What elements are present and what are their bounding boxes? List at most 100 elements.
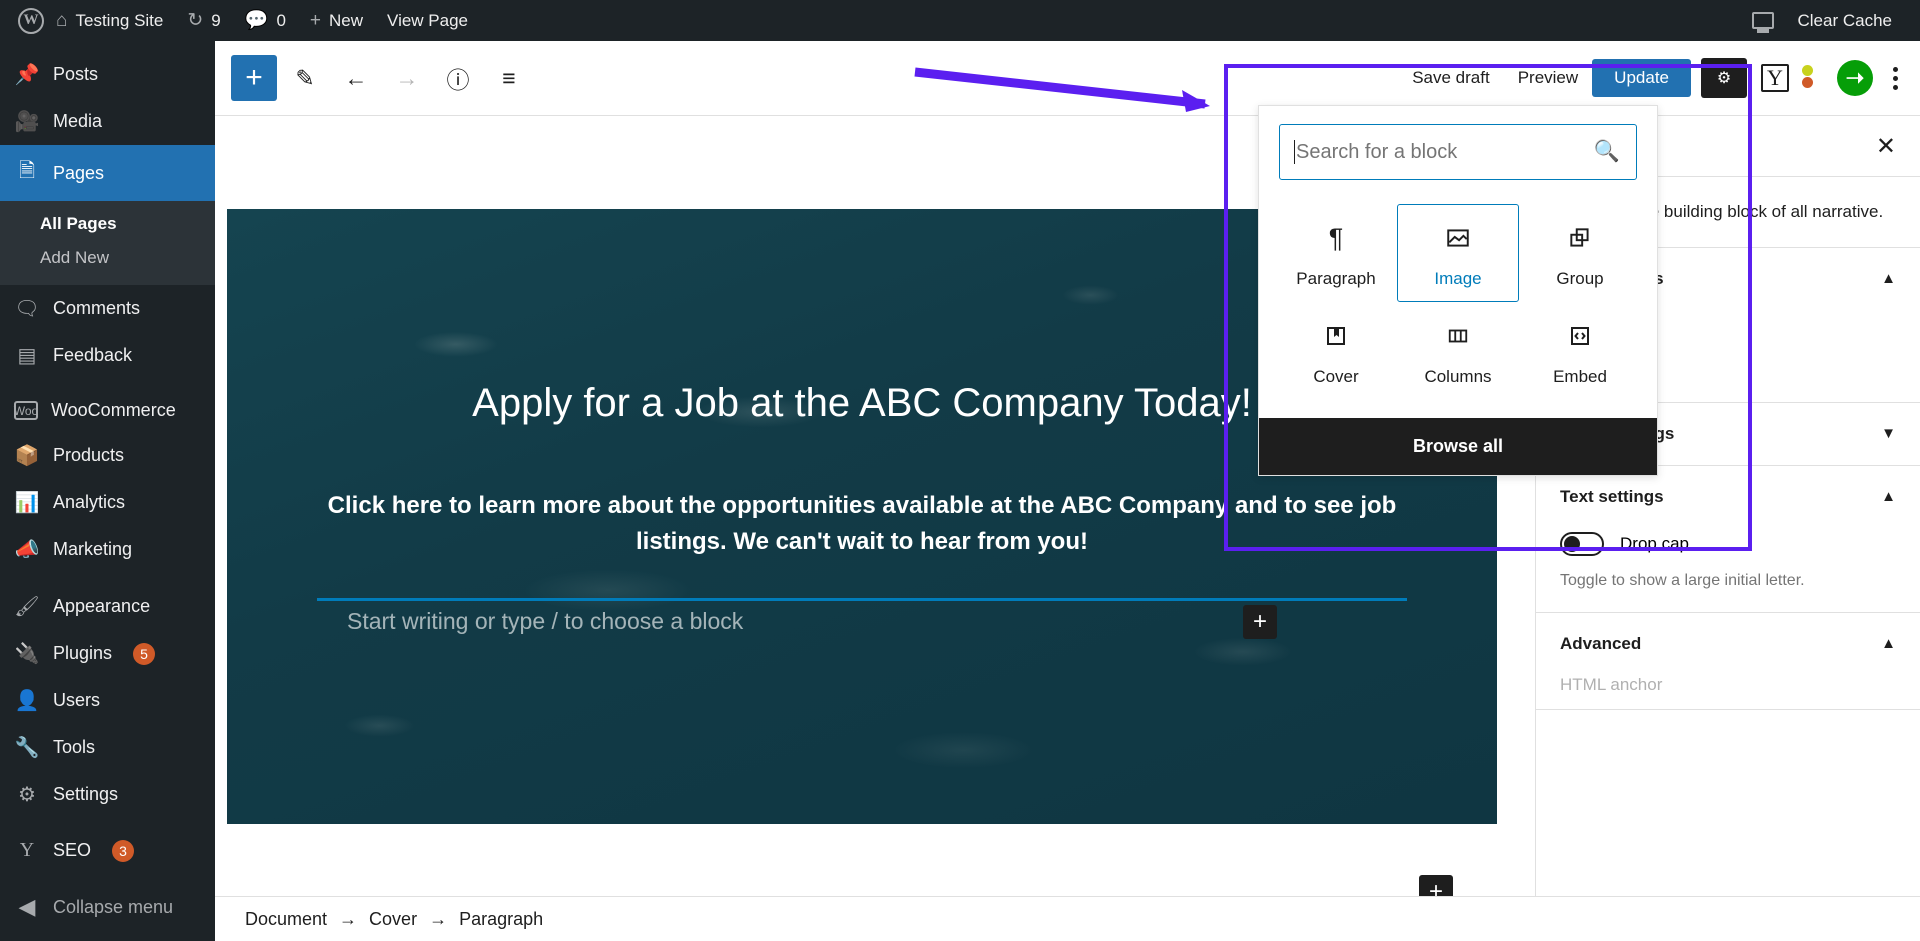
sidebar-item-label: Posts (53, 64, 99, 84)
admin-bar-new[interactable]: + New (298, 0, 375, 41)
panel-header-advanced[interactable]: Advanced ▲ (1536, 613, 1920, 675)
media-icon: 🎥 (14, 111, 40, 133)
sidebar-item-settings[interactable]: ⚙ Settings (0, 771, 215, 818)
sidebar-item-label: Appearance (53, 596, 151, 616)
breadcrumb-item-document[interactable]: Document (245, 909, 327, 930)
drop-cap-row: Drop cap (1560, 528, 1896, 556)
menu-divider (0, 818, 215, 828)
status-dots-icon[interactable] (1795, 65, 1821, 91)
edit-tool-button[interactable]: ✎ (282, 55, 328, 101)
more-options-button[interactable] (1893, 66, 1898, 90)
sidebar-item-plugins[interactable]: 🔌 Plugins 5 (0, 630, 215, 677)
cover-heading[interactable]: Apply for a Job at the ABC Company Today… (317, 381, 1407, 426)
clear-cache-label: Clear Cache (1797, 10, 1893, 30)
image-icon (1445, 221, 1471, 255)
sidebar-item-label: Feedback (53, 345, 133, 365)
admin-bar-comments[interactable]: 💬 0 (233, 0, 298, 41)
sidebar-item-tools[interactable]: 🔧 Tools (0, 724, 215, 771)
marketing-icon: 📣 (14, 539, 40, 561)
panel-body-advanced: HTML anchor (1536, 675, 1920, 709)
sidebar-item-posts[interactable]: 📌 Posts (0, 51, 215, 98)
drop-cap-toggle[interactable] (1560, 531, 1604, 556)
tools-icon: 🔧 (14, 737, 40, 759)
toggle-knob (1564, 535, 1580, 552)
sidebar-collapse-menu[interactable]: ◀ Collapse menu (0, 883, 215, 931)
woocommerce-icon: Woo (14, 401, 38, 420)
jetpack-icon[interactable]: ➝ (1837, 60, 1873, 96)
chevron-up-icon[interactable]: ▲ (1881, 488, 1896, 505)
pages-icon: 🗎 (18, 160, 36, 182)
sidebar-subitem-all-pages[interactable]: All Pages (0, 207, 215, 241)
sidebar-item-products[interactable]: 📦 Products (0, 432, 215, 479)
admin-bar-screen-icon[interactable] (1740, 0, 1786, 41)
block-option-cover[interactable]: Cover (1275, 302, 1397, 400)
embed-code-icon (1568, 319, 1592, 353)
sidebar-item-media[interactable]: 🎥 Media (0, 98, 215, 145)
html-anchor-label: HTML anchor (1560, 674, 1663, 694)
sidebar-item-woocommerce[interactable]: Woo WooCommerce (0, 389, 215, 432)
sidebar-item-feedback[interactable]: ▤ Feedback (0, 332, 215, 379)
settings-icon: ⚙ (18, 784, 36, 806)
admin-bar-updates[interactable]: ↻ 9 (175, 0, 232, 41)
admin-bar-clear-cache[interactable]: Clear Cache (1786, 0, 1920, 41)
sidebar-item-seo[interactable]: Y SEO 3 (0, 828, 215, 873)
empty-paragraph-block[interactable]: Start writing or type / to choose a bloc… (317, 598, 1407, 635)
chevron-up-icon[interactable]: ▲ (1881, 635, 1896, 652)
panel-body-dropcap: Drop cap Toggle to show a large initial … (1536, 528, 1920, 612)
panel-advanced: Advanced ▲ HTML anchor (1536, 613, 1920, 710)
panel-text-settings: Text settings ▲ Drop cap Toggle to show … (1536, 466, 1920, 613)
drop-cap-help-text: Toggle to show a large initial letter. (1560, 571, 1805, 589)
preview-button[interactable]: Preview (1504, 68, 1592, 88)
block-option-embed[interactable]: Embed (1519, 302, 1641, 400)
sidebar-item-appearance[interactable]: 🖌 Appearance (0, 583, 215, 630)
sidebar-item-label: Tools (53, 737, 96, 757)
admin-bar-site-name[interactable]: ⌂ Testing Site (44, 0, 175, 41)
sidebar-item-analytics[interactable]: 📊 Analytics (0, 479, 215, 526)
breadcrumb: Document → Cover → Paragraph (215, 896, 1920, 941)
sidebar-item-comments[interactable]: 🗨 Comments (0, 285, 215, 332)
document-info-button[interactable]: ⓘ (435, 55, 481, 101)
undo-button[interactable]: ← (333, 55, 379, 101)
chevron-up-icon[interactable]: ▲ (1881, 270, 1896, 287)
plus-icon: + (309, 10, 322, 31)
sidebar-item-label: Plugins (53, 643, 113, 663)
block-option-image[interactable]: Image (1397, 204, 1519, 302)
admin-sidebar-menu: 📌 Posts 🎥 Media 🗎 Pages All Pages Add Ne… (0, 41, 215, 941)
appearance-icon: 🖌 (14, 596, 40, 618)
editor-top-toolbar: + ✎ ← → ⓘ ≡ Save draft Preview Update ⚙ … (215, 41, 1920, 116)
block-option-label: Cover (1313, 367, 1359, 386)
wordpress-logo-icon[interactable]: W (18, 7, 44, 34)
block-option-columns[interactable]: Columns (1397, 302, 1519, 400)
yoast-icon[interactable]: Y (1761, 64, 1789, 92)
breadcrumb-item-cover[interactable]: Cover (369, 909, 417, 930)
sidebar-item-label: SEO (53, 840, 92, 860)
breadcrumb-item-paragraph[interactable]: Paragraph (459, 909, 543, 930)
chevron-down-icon[interactable]: ▼ (1881, 425, 1896, 442)
browse-all-button[interactable]: Browse all (1259, 418, 1657, 475)
empty-block-placeholder: Start writing or type / to choose a bloc… (347, 608, 744, 634)
yoast-seo-icon: Y (19, 839, 35, 861)
cover-paragraph[interactable]: Click here to learn more about the oppor… (317, 488, 1407, 560)
settings-gear-button[interactable]: ⚙ (1701, 58, 1747, 98)
sidebar-item-label: Marketing (53, 539, 133, 559)
save-draft-button[interactable]: Save draft (1398, 68, 1504, 88)
sidebar-item-marketing[interactable]: 📣 Marketing (0, 526, 215, 573)
block-option-paragraph[interactable]: ¶ Paragraph (1275, 204, 1397, 302)
sidebar-item-users[interactable]: 👤 Users (0, 677, 215, 724)
sidebar-item-label: Comments (53, 298, 141, 318)
menu-divider (0, 379, 215, 389)
list-view-button[interactable]: ≡ (486, 55, 532, 101)
sidebar-subitem-add-new[interactable]: Add New (0, 241, 215, 275)
sidebar-item-pages[interactable]: 🗎 Pages (0, 145, 215, 201)
redo-button[interactable]: → (384, 55, 430, 101)
admin-bar-view-page[interactable]: View Page (375, 0, 480, 41)
add-block-button[interactable]: + (231, 55, 277, 101)
close-settings-icon[interactable]: ✕ (1876, 132, 1896, 161)
search-input[interactable]: Search for a block 🔍 (1279, 124, 1637, 180)
update-button[interactable]: Update (1592, 59, 1691, 97)
sidebar-item-label: Analytics (53, 492, 126, 512)
block-option-group[interactable]: Group (1519, 204, 1641, 302)
new-label: New (329, 10, 364, 30)
sidebar-item-label: Pages (53, 162, 105, 183)
magnifier-icon[interactable]: 🔍 (1594, 140, 1620, 164)
